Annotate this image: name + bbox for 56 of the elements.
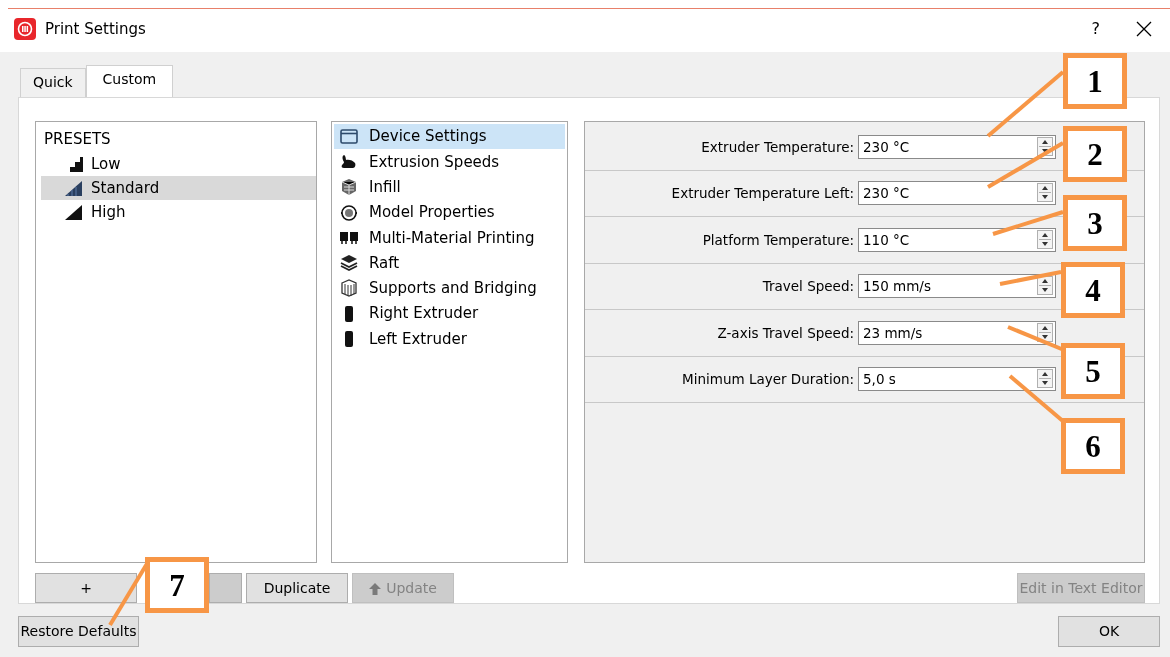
number-field[interactable]: 110 °C — [858, 227, 1056, 252]
arrow-up-icon — [369, 582, 382, 595]
callout-number: 1 — [1063, 53, 1127, 109]
spinner-icon — [1037, 183, 1053, 203]
ramp-icon — [65, 180, 83, 196]
callout-number: 2 — [1063, 126, 1127, 182]
number-field[interactable]: 230 °C — [858, 181, 1056, 206]
cube-icon — [340, 178, 359, 197]
category-item[interactable]: Device Settings — [334, 124, 565, 150]
setting-label: Minimum Layer Duration: — [682, 370, 854, 390]
category-item[interactable]: Supports and Bridging — [334, 275, 565, 302]
preset-item[interactable]: Low — [41, 152, 316, 176]
app-logo-icon — [14, 18, 36, 40]
preset-item[interactable]: High — [41, 200, 316, 224]
ok-button[interactable]: OK — [1058, 616, 1160, 647]
spinner-icon — [1037, 229, 1053, 249]
category-item[interactable]: Left Extruder — [334, 326, 565, 352]
number-field[interactable]: 5,0 s — [858, 367, 1056, 392]
category-item[interactable]: Multi-Material Printing — [334, 225, 565, 251]
restore-defaults-button[interactable]: Restore Defaults — [18, 616, 139, 647]
presets-heading: PRESETS — [43, 129, 112, 150]
callout-number: 5 — [1061, 343, 1125, 399]
circle-target-icon — [340, 203, 359, 222]
close-icon[interactable] — [1136, 21, 1152, 37]
tab[interactable]: Custom — [85, 65, 174, 97]
spinner-icon — [1037, 322, 1053, 342]
callout-number: 3 — [1063, 195, 1127, 251]
spinner-icon — [1037, 276, 1053, 296]
callout-number: 7 — [145, 557, 209, 613]
category-item[interactable]: Infill — [334, 174, 565, 200]
setting-label: Extruder Temperature Left: — [671, 184, 854, 204]
triangle-icon — [65, 204, 83, 220]
leader-line — [992, 210, 1064, 236]
window-title: Print Settings — [45, 18, 146, 40]
callout-number: 6 — [1061, 418, 1125, 474]
category-item[interactable]: Extrusion Speeds — [334, 149, 565, 175]
spinner-icon — [1037, 369, 1053, 389]
setting-label: Platform Temperature: — [702, 230, 854, 250]
tab[interactable]: Quick — [20, 68, 86, 97]
setting-label: Travel Speed: — [762, 277, 854, 297]
category-item[interactable]: Raft — [334, 250, 565, 276]
preset-item[interactable]: Standard — [41, 176, 316, 200]
window-icon — [340, 127, 359, 146]
category-item[interactable]: Model Properties — [334, 199, 565, 226]
setting-label: Extruder Temperature: — [701, 137, 854, 157]
number-field[interactable]: 230 °C — [858, 134, 1056, 159]
layers-icon — [340, 254, 359, 273]
preset-button[interactable]: Duplicate — [246, 573, 348, 603]
setting-label: Z-axis Travel Speed: — [717, 323, 854, 343]
crate-icon — [340, 279, 359, 298]
number-field[interactable]: 23 mm/s — [858, 320, 1056, 345]
help-button[interactable]: ? — [1091, 17, 1100, 41]
leader-line — [999, 270, 1062, 286]
preset-button[interactable]: + — [35, 573, 137, 603]
category-item[interactable]: Right Extruder — [334, 301, 565, 327]
callout-number: 4 — [1061, 262, 1125, 318]
